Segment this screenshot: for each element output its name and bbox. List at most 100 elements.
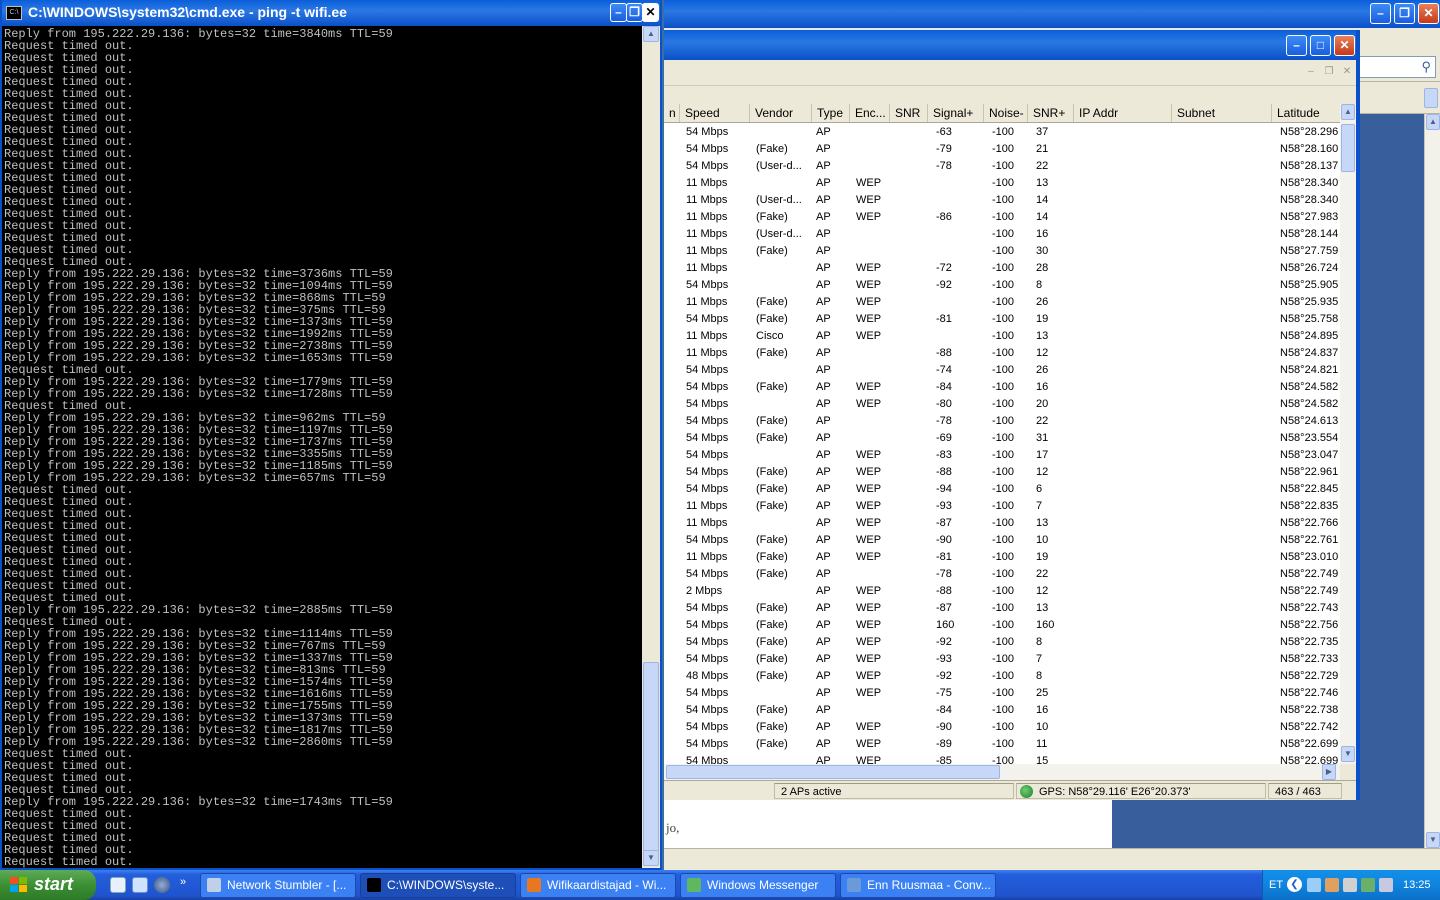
table-row[interactable]: 54 Mbps (Fake) AP -78 -100 22 N58°22.749 <box>664 566 1340 583</box>
table-row[interactable]: 54 Mbps (Fake) AP WEP -93 -100 7 N58°22.733 <box>664 651 1340 668</box>
scroll-right-icon[interactable]: ▶ <box>1322 764 1336 780</box>
mdi-restore-icon[interactable]: ❐ <box>1322 66 1336 78</box>
table-row[interactable]: 54 Mbps (Fake) AP WEP -90 -100 10 N58°22.742 <box>664 719 1340 736</box>
minimize-icon[interactable]: – <box>1286 35 1307 56</box>
table-row[interactable]: 11 Mbps Cisco AP WEP -100 13 N58°24.895 <box>664 328 1340 345</box>
clock[interactable]: 13:25 <box>1403 879 1431 891</box>
table-row[interactable]: 54 Mbps (Fake) AP WEP 160 -100 160 N58°22.756 <box>664 617 1340 634</box>
table-row[interactable]: 11 Mbps AP WEP -100 13 N58°28.340 <box>664 175 1340 192</box>
table-row[interactable]: 48 Mbps (Fake) AP WEP -92 -100 8 N58°22.729 <box>664 668 1340 685</box>
table-row[interactable]: 54 Mbps (Fake) AP WEP -81 -100 19 N58°25.758 <box>664 311 1340 328</box>
table-row[interactable]: 54 Mbps (Fake) AP -78 -100 22 N58°24.613 <box>664 413 1340 430</box>
close-icon[interactable]: ✕ <box>1334 35 1355 56</box>
column-header[interactable]: SNR+ <box>1028 104 1074 122</box>
language-indicator[interactable]: ET <box>1269 879 1283 891</box>
column-header[interactable]: Signal+ <box>928 104 984 122</box>
search-icon[interactable]: ⚲ <box>1421 59 1431 75</box>
table-row[interactable]: 11 Mbps (Fake) AP WEP -81 -100 19 N58°23.010 <box>664 549 1340 566</box>
explorer-icon[interactable] <box>132 877 148 893</box>
restore-icon[interactable]: ❐ <box>1394 3 1415 24</box>
table-row[interactable]: 54 Mbps (Fake) AP WEP -87 -100 13 N58°22.743 <box>664 600 1340 617</box>
taskbar-button[interactable]: Enn Ruusmaa - Conv... <box>840 873 996 898</box>
taskbar-button[interactable]: Network Stumbler - [... <box>200 873 356 898</box>
table-row[interactable]: 54 Mbps (Fake) AP -84 -100 16 N58°22.738 <box>664 702 1340 719</box>
table-row[interactable]: 54 Mbps (Fake) AP WEP -88 -100 12 N58°22.961 <box>664 464 1340 481</box>
table-row[interactable]: 54 Mbps (Fake) AP -79 -100 21 N58°28.160 <box>664 141 1340 158</box>
table-row[interactable]: 54 Mbps AP WEP -92 -100 8 N58°25.905 <box>664 277 1340 294</box>
table-row[interactable]: 54 Mbps AP WEP -83 -100 17 N58°23.047 <box>664 447 1340 464</box>
scroll-up-icon[interactable]: ▲ <box>1341 104 1355 120</box>
table-row[interactable]: 54 Mbps (Fake) AP -69 -100 31 N58°23.554 <box>664 430 1340 447</box>
column-header[interactable]: Type <box>812 104 850 122</box>
table-row[interactable]: 11 Mbps (Fake) AP -100 30 N58°27.759 <box>664 243 1340 260</box>
media-player-icon[interactable] <box>154 877 170 893</box>
table-row[interactable]: 54 Mbps AP -74 -100 26 N58°24.821 <box>664 362 1340 379</box>
column-header[interactable]: Speed <box>680 104 750 122</box>
table-row[interactable]: 54 Mbps (Fake) AP WEP -84 -100 16 N58°24.582 <box>664 379 1340 396</box>
table-row[interactable]: 2 Mbps AP WEP -88 -100 12 N58°22.749 <box>664 583 1340 600</box>
table-row[interactable]: 11 Mbps (User-d... AP WEP -100 14 N58°28.340 <box>664 192 1340 209</box>
column-header[interactable]: Noise- <box>984 104 1028 122</box>
minimize-icon[interactable]: – <box>610 3 627 22</box>
scroll-down-icon[interactable]: ▼ <box>643 850 659 866</box>
taskbar-button[interactable]: Wifikaardistajad - Wi... <box>520 873 676 898</box>
table-row[interactable]: 11 Mbps (Fake) AP -88 -100 12 N58°24.837 <box>664 345 1340 362</box>
scroll-down-icon[interactable]: ▼ <box>1341 746 1355 762</box>
table-row[interactable]: 54 Mbps AP WEP -75 -100 25 N58°22.746 <box>664 685 1340 702</box>
column-header[interactable]: IP Addr <box>1074 104 1172 122</box>
table-row[interactable]: 11 Mbps AP WEP -87 -100 13 N58°22.766 <box>664 515 1340 532</box>
column-header[interactable]: Vendor <box>750 104 812 122</box>
column-header[interactable]: SNR <box>890 104 928 122</box>
table-row[interactable]: 54 Mbps (Fake) AP WEP -90 -100 10 N58°22.761 <box>664 532 1340 549</box>
minimize-icon[interactable]: – <box>1370 3 1391 24</box>
close-icon[interactable]: ✕ <box>1418 3 1439 24</box>
column-header[interactable]: Subnet <box>1172 104 1272 122</box>
start-button[interactable]: start <box>0 870 96 900</box>
security-icon[interactable] <box>1325 878 1339 892</box>
scroll-thumb[interactable] <box>666 765 1000 779</box>
scroll-up-icon[interactable]: ▲ <box>643 26 659 42</box>
table-row[interactable]: 11 Mbps (Fake) AP WEP -100 26 N58°25.935 <box>664 294 1340 311</box>
network-icon[interactable] <box>1307 878 1321 892</box>
table-row[interactable]: 54 Mbps (User-d... AP -78 -100 22 N58°28.137 <box>664 158 1340 175</box>
messenger-icon[interactable] <box>1361 878 1375 892</box>
scroll-down-icon[interactable]: ▼ <box>1426 832 1440 848</box>
scroll-thumb[interactable] <box>643 662 659 852</box>
mdi-minimize-icon[interactable]: – <box>1304 66 1318 78</box>
scroll-up-icon[interactable]: ▲ <box>1426 114 1440 130</box>
table-cell: WEP <box>856 466 882 478</box>
table-cell: N58°22.743 <box>1280 602 1339 614</box>
table-row[interactable]: 11 Mbps (Fake) AP WEP -93 -100 7 N58°22.835 <box>664 498 1340 515</box>
close-icon[interactable]: ✕ <box>642 3 659 22</box>
table-row[interactable]: 54 Mbps AP WEP -85 -100 15 N58°22.699 <box>664 753 1340 764</box>
tray-expand-icon[interactable]: ❮ <box>1287 877 1302 892</box>
table-row[interactable]: 54 Mbps (Fake) AP WEP -92 -100 8 N58°22.735 <box>664 634 1340 651</box>
column-header[interactable]: n <box>664 104 680 122</box>
table-row[interactable]: 54 Mbps (Fake) AP WEP -89 -100 11 N58°22.699 <box>664 736 1340 753</box>
maximize-icon[interactable]: □ <box>1310 35 1331 56</box>
scroll-arrow-icon[interactable] <box>1424 88 1438 108</box>
table-row[interactable]: 11 Mbps (Fake) AP WEP -86 -100 14 N58°27.983 <box>664 209 1340 226</box>
taskbar-button[interactable]: Windows Messenger <box>680 873 836 898</box>
taskbar-button[interactable]: C:\WINDOWS\syste... <box>360 873 516 898</box>
console-output[interactable]: Reply from 195.222.29.136: bytes=32 time… <box>4 28 640 868</box>
scroll-thumb[interactable] <box>1341 124 1355 172</box>
ap-list[interactable]: n Speed Vendor Type Enc... SNR Signal+ Noise- SN… <box>664 104 1356 764</box>
table-row[interactable]: 54 Mbps AP -63 -100 37 N58°28.296 <box>664 124 1340 141</box>
restore-icon[interactable]: ❐ <box>626 3 643 22</box>
show-desktop-icon[interactable] <box>110 877 126 893</box>
ap-list-hscroll[interactable]: ▶ <box>664 764 1340 780</box>
wireless-icon[interactable] <box>1379 878 1393 892</box>
ap-list-vscroll[interactable]: ▲ ▼ <box>1340 104 1356 764</box>
column-header[interactable]: Latitude <box>1272 104 1344 122</box>
chevron-right-icon[interactable]: » <box>180 876 186 888</box>
browser-scrollbar[interactable]: ▲ ▼ <box>1424 114 1440 848</box>
table-row[interactable]: 11 Mbps (User-d... AP -100 16 N58°28.144 <box>664 226 1340 243</box>
table-row[interactable]: 11 Mbps AP WEP -72 -100 28 N58°26.724 <box>664 260 1340 277</box>
column-header[interactable]: Enc... <box>850 104 890 122</box>
mdi-close-icon[interactable]: ✕ <box>1340 66 1354 78</box>
monitor-icon[interactable] <box>1343 878 1357 892</box>
table-row[interactable]: 54 Mbps AP WEP -80 -100 20 N58°24.582 <box>664 396 1340 413</box>
cmd-scrollbar[interactable]: ▲ ▼ <box>642 26 660 868</box>
table-row[interactable]: 54 Mbps (Fake) AP WEP -94 -100 6 N58°22.845 <box>664 481 1340 498</box>
